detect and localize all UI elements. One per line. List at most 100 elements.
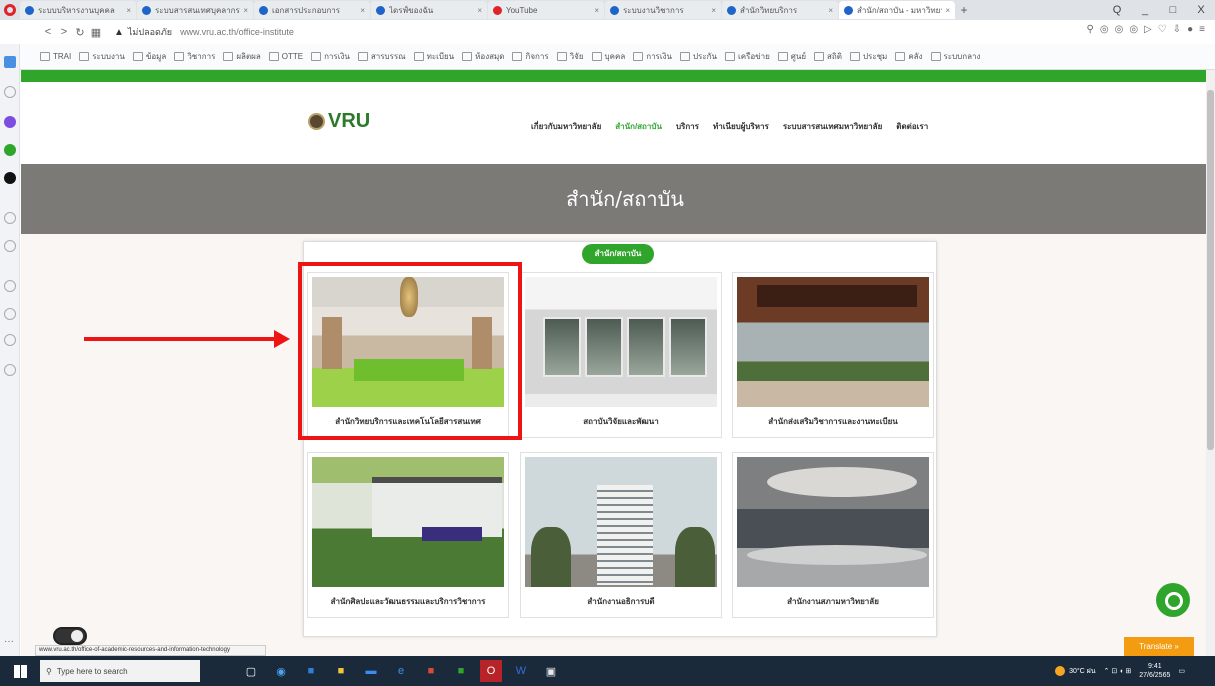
site-logo[interactable]: VRU — [308, 110, 370, 133]
bookmark-item[interactable]: บุคคล — [592, 50, 626, 63]
minimize-button[interactable]: _ — [1131, 4, 1159, 16]
bookmark-item[interactable]: การเงิน — [633, 50, 672, 63]
bookmark-item[interactable]: ห้องสมุด — [462, 50, 504, 63]
history-icon[interactable] — [4, 308, 16, 320]
clock[interactable]: 9:41 27/6/2565 — [1139, 662, 1170, 680]
powerpoint-icon[interactable]: ■ — [420, 660, 442, 682]
opera-taskbar-icon[interactable]: O — [480, 660, 502, 682]
settings-icon[interactable] — [4, 334, 16, 346]
office-card[interactable]: สถาบันวิจัยและพัฒนา — [520, 272, 722, 438]
section-pill[interactable]: สำนัก/สถาบัน — [582, 244, 654, 264]
new-tab-button[interactable]: + — [956, 3, 972, 17]
card-caption[interactable]: สถาบันวิจัยและพัฒนา — [521, 407, 721, 437]
play-icon[interactable]: ▷ — [1144, 24, 1152, 35]
player-icon[interactable] — [4, 240, 16, 252]
star-icon[interactable] — [4, 86, 16, 98]
taskbar-search-input[interactable]: ⚲ Type here to search — [40, 660, 200, 682]
music-icon[interactable] — [4, 172, 16, 184]
accessibility-toggle[interactable] — [53, 627, 87, 645]
bookmarks-icon[interactable] — [4, 212, 16, 224]
bookmark-item[interactable]: สถิติ — [814, 50, 842, 63]
close-window-button[interactable]: X — [1187, 4, 1215, 16]
word-icon[interactable]: W — [510, 660, 532, 682]
bookmark-item[interactable]: การเงิน — [311, 50, 350, 63]
bookmark-item[interactable]: ศูนย์ — [778, 50, 806, 63]
reload-icon[interactable]: ↻ — [72, 26, 88, 39]
menu-item-services[interactable]: บริการ — [676, 120, 699, 133]
bookmark-item[interactable]: TRAI — [40, 52, 71, 61]
office-card[interactable]: สำนักส่งเสริมวิชาการและงานทะเบียน — [732, 272, 934, 438]
url-field[interactable]: www.vru.ac.th/office-institute — [180, 27, 294, 37]
bookmark-item[interactable]: คลัง — [895, 50, 922, 63]
menu-item-offices[interactable]: สำนัก/สถาบัน — [615, 120, 662, 133]
menu-item-information-systems[interactable]: ระบบสารสนเทศมหาวิทยาลัย — [783, 120, 882, 133]
browser-tab[interactable]: เอกสารประกอบการ × — [254, 1, 370, 19]
close-tab-icon[interactable]: × — [243, 6, 248, 15]
internet-explorer-icon[interactable]: e — [390, 660, 412, 682]
security-label[interactable]: ไม่ปลอดภัย — [128, 25, 172, 39]
close-tab-icon[interactable]: × — [477, 6, 482, 15]
office-card[interactable]: สำนักงานสภามหาวิทยาลัย — [732, 452, 934, 618]
page-scrollbar[interactable] — [1206, 70, 1215, 656]
edge-icon[interactable]: ◉ — [270, 660, 292, 682]
profile-icon[interactable]: ● — [1187, 24, 1193, 35]
bookmark-item[interactable]: วิจัย — [557, 50, 584, 63]
translate-button[interactable]: Translate » — [1124, 637, 1194, 656]
chat-icon[interactable] — [1156, 583, 1190, 617]
search-icon[interactable]: ⚲ — [1087, 24, 1094, 35]
browser-tab[interactable]: ระบบสารสนเทศบุคลากร × — [137, 1, 253, 19]
browser-tab-active[interactable]: สำนัก/สถาบัน - มหาวิทยาลัย× — [839, 1, 955, 19]
card-caption[interactable]: สำนักวิทยบริการและเทคโนโลยีสารสนเทศ — [308, 407, 508, 437]
card-image[interactable] — [525, 277, 717, 407]
card-image[interactable] — [312, 457, 504, 587]
bookmark-item[interactable]: สารบรรณ — [358, 50, 406, 63]
extensions-icon[interactable]: ◎ — [1115, 24, 1124, 35]
card-caption[interactable]: สำนักงานอธิการบดี — [521, 587, 721, 617]
browser-tab[interactable]: สำนักวิทยบริการ × — [722, 1, 838, 19]
weather-widget[interactable]: 30°C ฝน — [1055, 666, 1096, 677]
bookmark-item[interactable]: ระบบงาน — [79, 50, 125, 63]
file-explorer-icon[interactable]: ■ — [330, 660, 352, 682]
bookmark-item[interactable]: ผลิตผล — [223, 50, 260, 63]
warning-icon[interactable]: ▲ — [114, 27, 124, 38]
messenger-icon[interactable] — [4, 116, 16, 128]
heart-icon[interactable]: ♡ — [1158, 24, 1167, 35]
card-image[interactable] — [737, 457, 929, 587]
bookmark-item[interactable]: ข้อมูล — [133, 50, 166, 63]
photos-icon[interactable]: ▣ — [540, 660, 562, 682]
browser-tab[interactable]: ไดรฟ์ของฉัน × — [371, 1, 487, 19]
bookmark-item[interactable]: กิจการ — [512, 50, 548, 63]
menu-item-contact[interactable]: ติดต่อเรา — [896, 120, 928, 133]
excel-icon[interactable]: ■ — [450, 660, 472, 682]
card-image[interactable] — [525, 457, 717, 587]
close-tab-icon[interactable]: × — [360, 6, 365, 15]
download-icon[interactable]: ⇩ — [1173, 24, 1181, 35]
card-caption[interactable]: สำนักงานสภามหาวิทยาลัย — [733, 587, 933, 617]
card-caption[interactable]: สำนักส่งเสริมวิชาการและงานทะเบียน — [733, 407, 933, 437]
vpn-icon[interactable]: ◎ — [1129, 24, 1138, 35]
menu-item-about[interactable]: เกี่ยวกับมหาวิทยาลัย — [531, 120, 601, 133]
windows-start-icon[interactable] — [0, 656, 40, 686]
office-card[interactable]: สำนักงานอธิการบดี — [520, 452, 722, 618]
bookmark-item[interactable]: วิชาการ — [174, 50, 215, 63]
bookmark-item[interactable]: OTTE — [269, 52, 303, 61]
browser-tab[interactable]: ระบบงานวิชาการ × — [605, 1, 721, 19]
tabs-grid-icon[interactable]: ▦ — [88, 26, 104, 39]
card-image[interactable] — [737, 277, 929, 407]
notifications-icon[interactable]: ▭ — [1178, 667, 1185, 675]
office-card[interactable]: สำนักศิลปะและวัฒนธรรมและบริการวิชาการ — [307, 452, 509, 618]
scrollbar-thumb[interactable] — [1207, 90, 1214, 450]
bookmark-item[interactable]: ประชุม — [850, 50, 887, 63]
close-tab-icon[interactable]: × — [594, 6, 599, 15]
mail-icon[interactable]: ▬ — [360, 660, 382, 682]
browser-tab[interactable]: YouTube × — [488, 1, 604, 19]
card-caption[interactable]: สำนักศิลปะและวัฒนธรรมและบริการวิชาการ — [308, 587, 508, 617]
bookmark-item[interactable]: ทะเบียน — [414, 50, 455, 63]
opera-logo-icon[interactable] — [0, 0, 20, 20]
browser-tab[interactable]: ระบบบริหารงานบุคคล × — [20, 1, 136, 19]
maximize-button[interactable]: □ — [1159, 4, 1187, 16]
whatsapp-icon[interactable] — [4, 144, 16, 156]
tray-icons[interactable]: ⌃ ⊡ ◖ ⊞ — [1104, 667, 1132, 675]
speed-dial-icon[interactable] — [4, 56, 16, 68]
snapshot-icon[interactable]: ◎ — [1100, 24, 1109, 35]
